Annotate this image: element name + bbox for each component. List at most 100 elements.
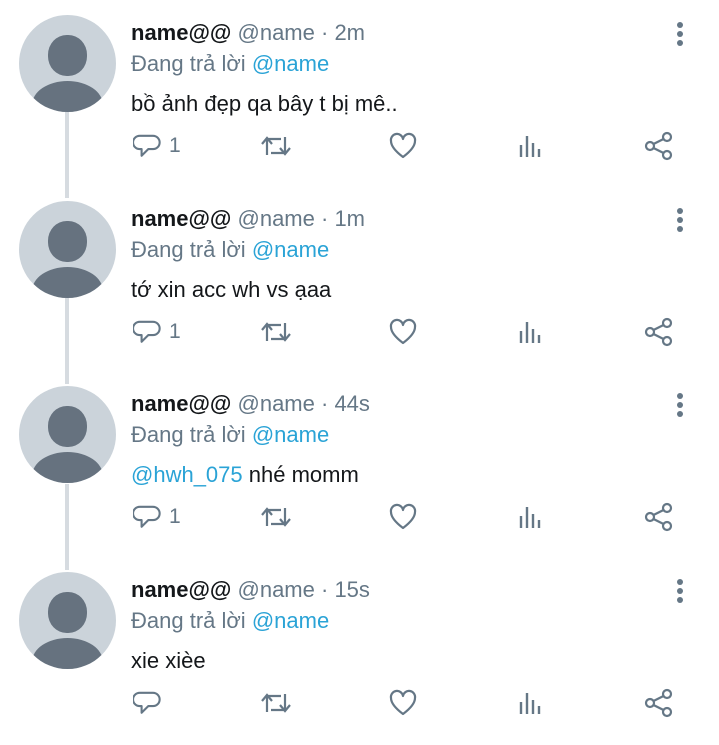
reply-bubble-icon bbox=[133, 134, 161, 157]
replying-to: Đang trả lời @name bbox=[131, 607, 329, 635]
reply-button[interactable]: 1 bbox=[133, 497, 181, 537]
reply-count: 1 bbox=[169, 505, 181, 528]
more-options-button[interactable] bbox=[666, 202, 694, 238]
tweet-header: name@@ @name · 44s bbox=[131, 390, 370, 418]
reply-button[interactable]: 1 bbox=[133, 312, 181, 352]
share-button[interactable] bbox=[644, 497, 674, 537]
tweet-text: @hwh_075 nhé momm bbox=[131, 461, 359, 489]
mention-link[interactable]: @hwh_075 bbox=[131, 462, 243, 487]
tweet-actions bbox=[0, 683, 719, 723]
user-handle[interactable]: @name bbox=[238, 206, 315, 231]
tweet[interactable]: name@@ @name · 44s Đang trả lời @name @h… bbox=[0, 373, 719, 559]
replying-label: Đang trả lời bbox=[131, 608, 246, 633]
retweet-button[interactable] bbox=[259, 312, 293, 352]
tweet[interactable]: name@@ @name · 15s Đang trả lời @name xi… bbox=[0, 559, 719, 745]
reply-to-handle[interactable]: @name bbox=[252, 237, 329, 262]
tweet-actions: 1 bbox=[0, 126, 719, 166]
reply-count: 1 bbox=[169, 134, 181, 157]
stats-button[interactable] bbox=[517, 497, 545, 537]
more-vertical-icon bbox=[677, 393, 683, 417]
bar-chart-icon bbox=[519, 136, 541, 157]
share-icon bbox=[644, 502, 673, 532]
display-name[interactable]: name@@ bbox=[131, 206, 231, 231]
more-vertical-icon bbox=[677, 208, 683, 232]
tweet-text-body: xie xièe bbox=[131, 648, 206, 673]
like-button[interactable] bbox=[388, 683, 418, 723]
avatar[interactable] bbox=[19, 201, 116, 298]
reply-bubble-icon bbox=[133, 320, 161, 343]
tweet-header: name@@ @name · 15s bbox=[131, 576, 370, 604]
reply-bubble-icon bbox=[133, 505, 161, 528]
retweet-button[interactable] bbox=[259, 126, 293, 166]
stats-button[interactable] bbox=[517, 126, 545, 166]
bar-chart-icon bbox=[519, 322, 541, 343]
reply-button[interactable]: 1 bbox=[133, 126, 181, 166]
more-vertical-icon bbox=[677, 579, 683, 603]
share-icon bbox=[644, 688, 673, 718]
reply-to-handle[interactable]: @name bbox=[252, 51, 329, 76]
reply-count: 1 bbox=[169, 320, 181, 343]
tweet-text-body: nhé momm bbox=[242, 462, 359, 487]
share-icon bbox=[644, 317, 673, 347]
separator-dot: · bbox=[314, 577, 335, 602]
reply-to-handle[interactable]: @name bbox=[252, 608, 329, 633]
timestamp[interactable]: 44s bbox=[334, 391, 369, 416]
heart-icon bbox=[389, 689, 417, 716]
replying-label: Đang trả lời bbox=[131, 51, 246, 76]
more-options-button[interactable] bbox=[666, 573, 694, 609]
retweet-icon bbox=[261, 507, 291, 527]
timestamp[interactable]: 1m bbox=[334, 206, 365, 231]
share-button[interactable] bbox=[644, 126, 674, 166]
user-handle[interactable]: @name bbox=[238, 577, 315, 602]
heart-icon bbox=[389, 503, 417, 530]
like-button[interactable] bbox=[388, 126, 418, 166]
user-handle[interactable]: @name bbox=[238, 20, 315, 45]
retweet-icon bbox=[261, 693, 291, 713]
tweet-header: name@@ @name · 1m bbox=[131, 205, 365, 233]
stats-button[interactable] bbox=[517, 683, 545, 723]
avatar[interactable] bbox=[19, 15, 116, 112]
replying-to: Đang trả lời @name bbox=[131, 236, 329, 264]
replying-label: Đang trả lời bbox=[131, 422, 246, 447]
timestamp[interactable]: 2m bbox=[334, 20, 365, 45]
reply-bubble-icon bbox=[133, 691, 161, 714]
separator-dot: · bbox=[314, 391, 335, 416]
tweet-text-body: tớ xin acc wh vs ạaa bbox=[131, 277, 332, 302]
separator-dot: · bbox=[314, 20, 335, 45]
tweet[interactable]: name@@ @name · 2m Đang trả lời @name bồ … bbox=[0, 2, 719, 188]
tweet[interactable]: name@@ @name · 1m Đang trả lời @name tớ … bbox=[0, 188, 719, 374]
tweet-actions: 1 bbox=[0, 312, 719, 352]
share-button[interactable] bbox=[644, 683, 674, 723]
like-button[interactable] bbox=[388, 312, 418, 352]
heart-icon bbox=[389, 318, 417, 345]
heart-icon bbox=[389, 132, 417, 159]
replying-to: Đang trả lời @name bbox=[131, 421, 329, 449]
tweet-text-body: bồ ảnh đẹp qa bây t bị mê.. bbox=[131, 91, 398, 116]
retweet-icon bbox=[261, 136, 291, 156]
display-name[interactable]: name@@ bbox=[131, 577, 231, 602]
avatar[interactable] bbox=[19, 572, 116, 669]
more-options-button[interactable] bbox=[666, 387, 694, 423]
replying-to: Đang trả lời @name bbox=[131, 50, 329, 78]
bar-chart-icon bbox=[519, 507, 541, 528]
timestamp[interactable]: 15s bbox=[334, 577, 369, 602]
share-button[interactable] bbox=[644, 312, 674, 352]
reply-to-handle[interactable]: @name bbox=[252, 422, 329, 447]
more-vertical-icon bbox=[677, 22, 683, 46]
display-name[interactable]: name@@ bbox=[131, 20, 231, 45]
tweet-text: bồ ảnh đẹp qa bây t bị mê.. bbox=[131, 90, 398, 118]
stats-button[interactable] bbox=[517, 312, 545, 352]
display-name[interactable]: name@@ bbox=[131, 391, 231, 416]
user-handle[interactable]: @name bbox=[238, 391, 315, 416]
tweet-text: tớ xin acc wh vs ạaa bbox=[131, 276, 331, 304]
avatar[interactable] bbox=[19, 386, 116, 483]
retweet-icon bbox=[261, 322, 291, 342]
retweet-button[interactable] bbox=[259, 683, 293, 723]
retweet-button[interactable] bbox=[259, 497, 293, 537]
tweet-header: name@@ @name · 2m bbox=[131, 19, 365, 47]
bar-chart-icon bbox=[519, 693, 541, 714]
separator-dot: · bbox=[314, 206, 335, 231]
more-options-button[interactable] bbox=[666, 16, 694, 52]
like-button[interactable] bbox=[388, 497, 418, 537]
reply-button[interactable] bbox=[133, 683, 169, 723]
